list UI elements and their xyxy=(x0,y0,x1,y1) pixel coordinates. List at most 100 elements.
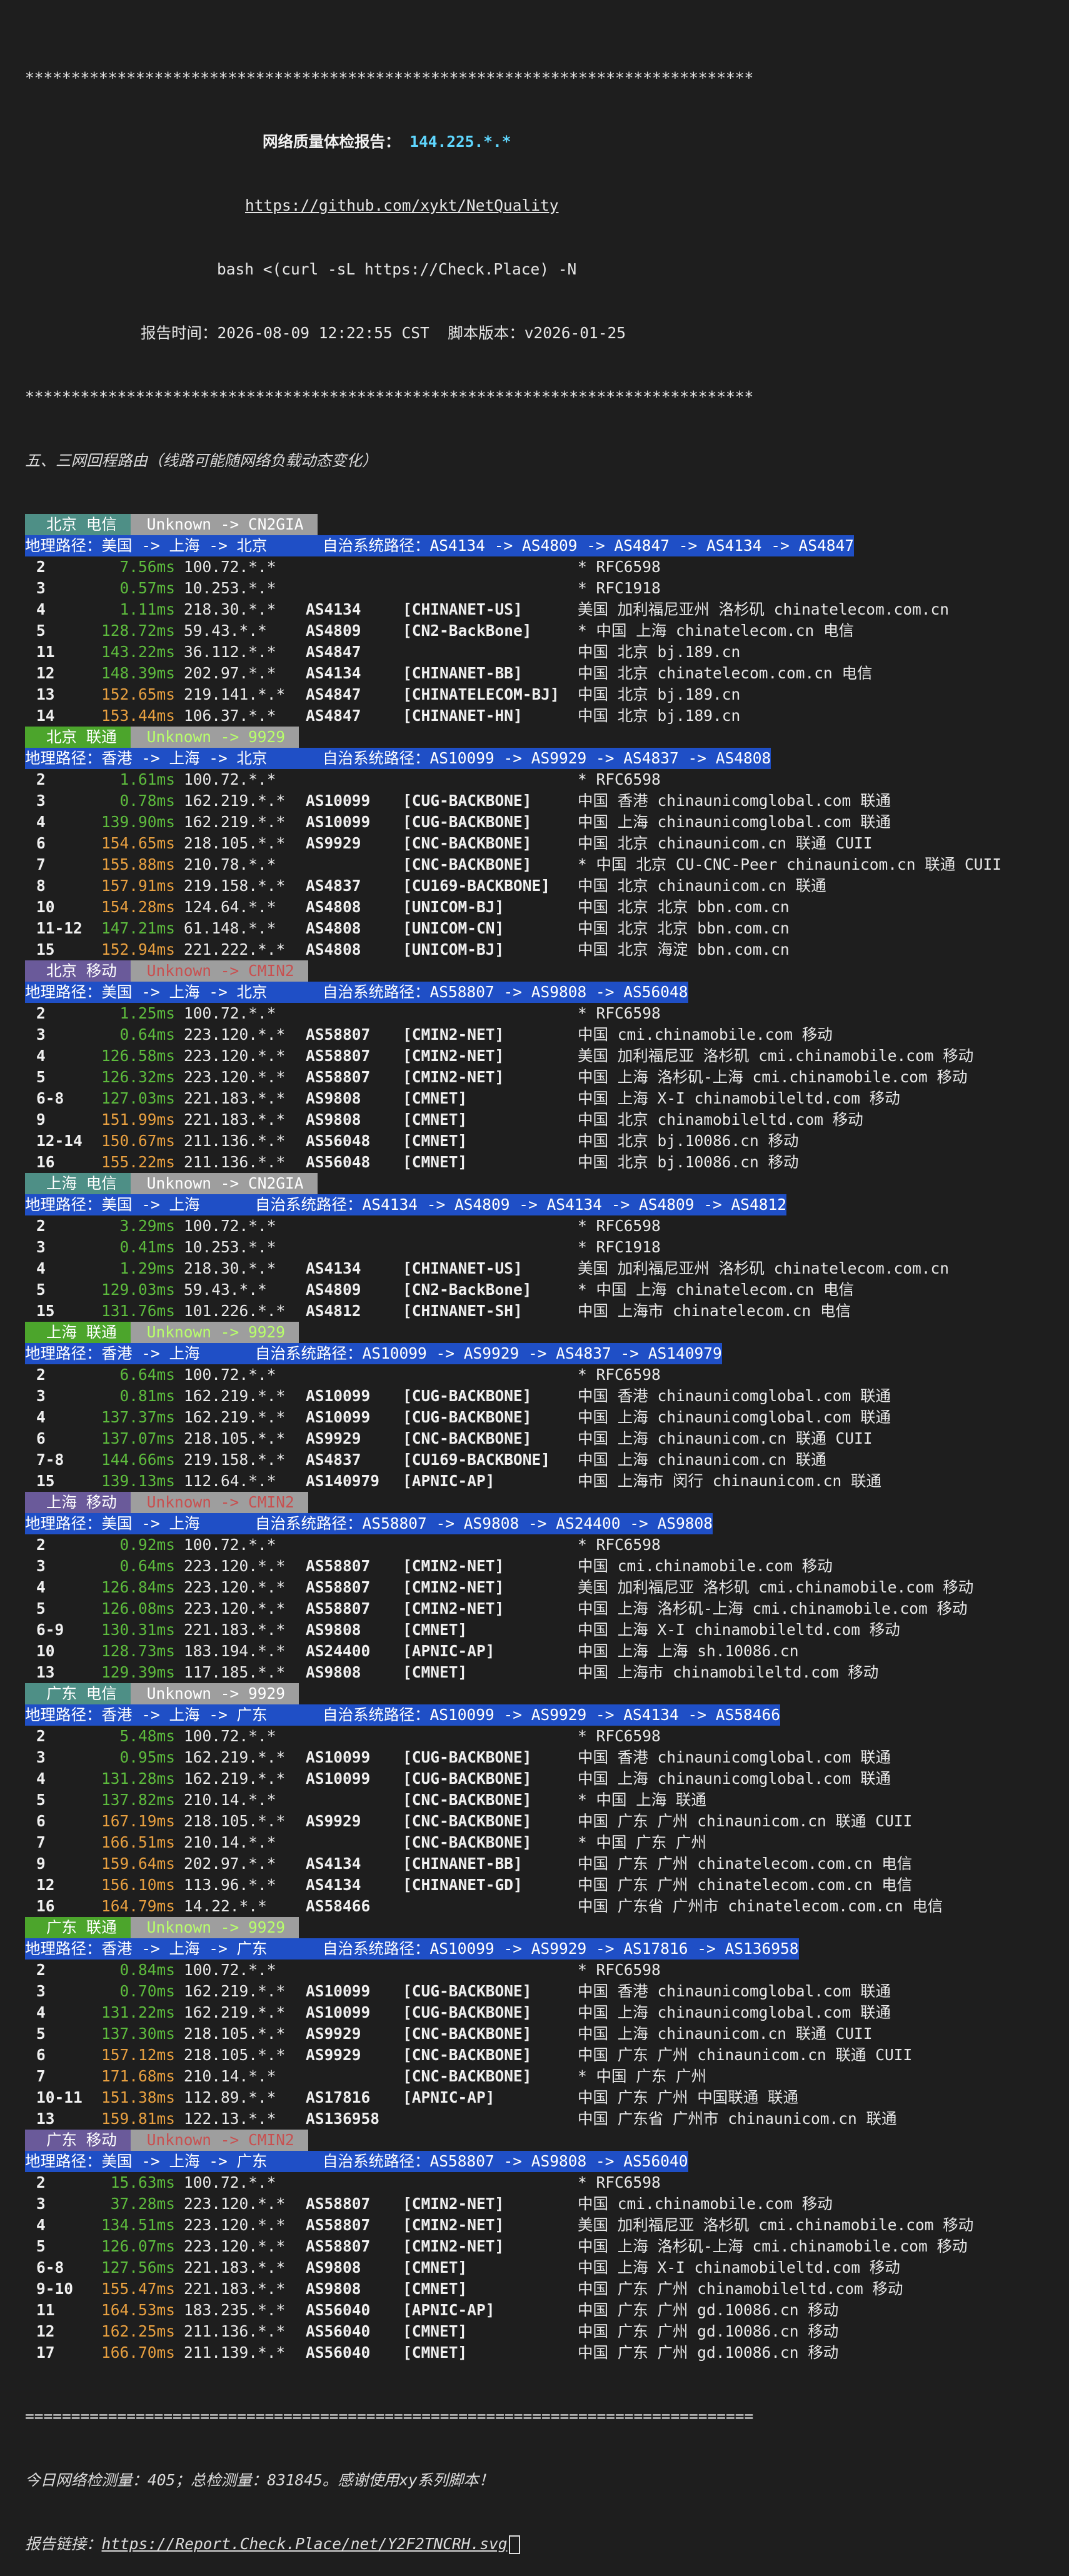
hop-geo: 中国 上海市 chinamobileltd.com 移动 xyxy=(578,1663,879,1681)
hop-number: 17 xyxy=(36,2343,55,2362)
hop-network-tag: [CMIN2-NET] xyxy=(403,1599,504,1618)
hop-latency: 154.28ms xyxy=(101,898,175,916)
hop-network-tag: [CMIN2-NET] xyxy=(403,2216,504,2234)
hop-asn: AS58807 xyxy=(306,1578,371,1596)
hop-asn: AS17816 xyxy=(306,2088,371,2106)
footer-report-link[interactable]: https://Report.Check.Place/net/Y2F2TNCRH… xyxy=(102,2535,508,2553)
hop-number: 4 xyxy=(36,2003,46,2021)
header-stars-bottom: ****************************************… xyxy=(25,388,754,406)
hop-ip: 221.183.*.* xyxy=(184,2258,286,2277)
hop-ip: 223.120.*.* xyxy=(184,2216,286,2234)
route-label: 广东 联通 xyxy=(25,1917,131,1938)
hop-number: 4 xyxy=(36,1408,46,1426)
hop-number: 4 xyxy=(36,2216,46,2234)
hop-ip: 202.97.*.* xyxy=(184,664,276,682)
hop-latency: 129.03ms xyxy=(101,1280,175,1299)
hop-latency: 155.22ms xyxy=(101,1153,175,1171)
hop-row: 3 0.81ms 162.219.*.* AS10099 [CUG-BACKBONE] 中… xyxy=(25,1386,1069,1407)
hop-network-tag: [CNC-BACKBONE] xyxy=(403,1791,532,1809)
hop-latency: 126.07ms xyxy=(101,2237,175,2255)
hop-latency: 129.39ms xyxy=(101,1663,175,1681)
hop-asn: AS140979 xyxy=(306,1472,380,1490)
hop-ip: 218.105.*.* xyxy=(184,2025,286,2043)
hop-number: 8 xyxy=(36,877,46,895)
hop-number: 10 xyxy=(36,898,55,916)
route-label: 北京 联通 xyxy=(25,727,131,748)
route-header: 北京 联通 Unknown -> 9929 xyxy=(25,727,1069,748)
hop-latency: 150.67ms xyxy=(101,1132,175,1150)
hop-number: 15 xyxy=(36,940,55,958)
hop-ip: 10.253.*.* xyxy=(184,579,276,597)
hop-asn: AS9808 xyxy=(306,1110,361,1129)
hop-ip: 100.72.*.* xyxy=(184,1536,276,1554)
hop-latency: 130.31ms xyxy=(101,1621,175,1639)
hop-number: 5 xyxy=(36,621,46,640)
repo-link[interactable]: https://github.com/xykt/NetQuality xyxy=(245,196,559,214)
hop-network-tag: [CHINANET-SH] xyxy=(403,1302,523,1320)
hop-number: 11-12 xyxy=(36,919,83,937)
hop-ip: 221.183.*.* xyxy=(184,1089,286,1107)
terminal-output[interactable]: ****************************************… xyxy=(0,0,1069,2576)
route-isp: 电信 xyxy=(86,515,117,533)
hop-row: 6 157.12ms 218.105.*.* AS9929 [CNC-BACKBONE]… xyxy=(25,2045,1069,2066)
route-isp: 移动 xyxy=(86,1493,117,1511)
hop-network-tag: [CMNET] xyxy=(403,1132,468,1150)
hop-latency: 153.44ms xyxy=(101,707,175,725)
hop-geo: 中国 广东省 广州市 chinaunicom.cn 联通 xyxy=(578,2110,897,2128)
hop-geo: 中国 香港 chinaunicomglobal.com 联通 xyxy=(578,1748,891,1766)
hop-row: 11 164.53ms 183.235.*.* AS56040 [APNIC-AP] 中国… xyxy=(25,2300,1069,2321)
hop-row: 9 159.64ms 202.97.*.* AS4134 [CHINANET-BB] 中国… xyxy=(25,1853,1069,1874)
hop-geo: 中国 广东 广州 中国联通 联通 xyxy=(578,2088,798,2106)
route-type-badge: Unknown -> 9929 xyxy=(130,1917,299,1938)
hop-ip: 221.183.*.* xyxy=(184,1621,286,1639)
hop-latency: 0.84ms xyxy=(119,1961,175,1979)
hop-network-tag: [CMIN2-NET] xyxy=(403,1578,504,1596)
hop-latency: 3.29ms xyxy=(119,1217,175,1235)
route-city: 广东 xyxy=(46,1684,77,1703)
hop-number: 13 xyxy=(36,1663,55,1681)
hop-geo: * 中国 上海 chinatelecom.cn 电信 xyxy=(578,1280,855,1299)
hop-asn: AS24400 xyxy=(306,1642,371,1660)
route-path-line: 地理路径：香港 -> 上海 -> 广东 自治系统路径：AS10099 -> AS… xyxy=(25,1704,1069,1726)
hop-asn: AS4837 xyxy=(306,1451,361,1469)
hop-asn: AS9808 xyxy=(306,1089,361,1107)
hop-geo: 中国 cmi.chinamobile.com 移动 xyxy=(578,2195,833,2213)
hop-geo: 中国 广东省 广州市 chinatelecom.com.cn 电信 xyxy=(578,1897,943,1915)
hop-asn: AS58807 xyxy=(306,1599,371,1618)
hop-number: 12 xyxy=(36,2322,55,2340)
hop-geo: 中国 广东 广州 gd.10086.cn 移动 xyxy=(578,2343,839,2362)
hop-number: 3 xyxy=(36,2195,46,2213)
hop-asn: AS4808 xyxy=(306,940,361,958)
hop-row: 6-8 127.03ms 221.183.*.* AS9808 [CMNET] 中国 上海… xyxy=(25,1088,1069,1109)
hop-ip: 211.136.*.* xyxy=(184,2322,286,2340)
hop-number: 7-8 xyxy=(36,1451,64,1469)
hop-geo: * RFC6598 xyxy=(578,2173,661,2191)
route-label: 北京 移动 xyxy=(25,960,131,982)
hop-network-tag: [CU169-BACKBONE] xyxy=(403,1451,551,1469)
hop-row: 3 0.70ms 162.219.*.* AS10099 [CUG-BACKBONE] 中… xyxy=(25,1981,1069,2002)
hop-geo: 中国 上海 洛杉矶-上海 cmi.chinamobile.com 移动 xyxy=(578,2237,968,2255)
hop-asn: AS9929 xyxy=(306,1812,361,1830)
hop-asn: AS10099 xyxy=(306,1748,371,1766)
hop-latency: 1.11ms xyxy=(119,600,175,618)
hop-number: 6-8 xyxy=(36,1089,64,1107)
hop-network-tag: [CMNET] xyxy=(403,2280,468,2298)
route-path: 地理路径：美国 -> 上海 -> 北京 自治系统路径：AS4134 -> AS4… xyxy=(25,535,855,556)
hop-row: 2 6.64ms 100.72.*.* * RFC6598 xyxy=(25,1364,1069,1386)
hop-latency: 7.56ms xyxy=(119,558,175,576)
hop-row: 5 137.30ms 218.105.*.* AS9929 [CNC-BACKBONE]… xyxy=(25,2023,1069,2045)
hop-latency: 131.22ms xyxy=(101,2003,175,2021)
hop-ip: 162.219.*.* xyxy=(184,1387,286,1405)
hop-geo: 中国 广东 广州 chinaunicom.cn 联通 CUII xyxy=(578,2046,913,2064)
hop-row: 9 151.99ms 221.183.*.* AS9808 [CMNET] 中国 北京 c… xyxy=(25,1109,1069,1130)
hop-asn: AS9929 xyxy=(306,1429,361,1447)
hop-network-tag: [CMNET] xyxy=(403,2343,468,2362)
hop-latency: 167.19ms xyxy=(101,1812,175,1830)
route-city: 上海 xyxy=(46,1174,77,1192)
hop-asn: AS9808 xyxy=(306,2258,361,2277)
hop-asn: AS10099 xyxy=(306,1408,371,1426)
hop-ip: 162.219.*.* xyxy=(184,1982,286,2000)
hop-latency: 127.03ms xyxy=(101,1089,175,1107)
route-path-line: 地理路径：美国 -> 上海 自治系统路径：AS58807 -> AS9808 -… xyxy=(25,1513,1069,1534)
hop-latency: 134.51ms xyxy=(101,2216,175,2234)
